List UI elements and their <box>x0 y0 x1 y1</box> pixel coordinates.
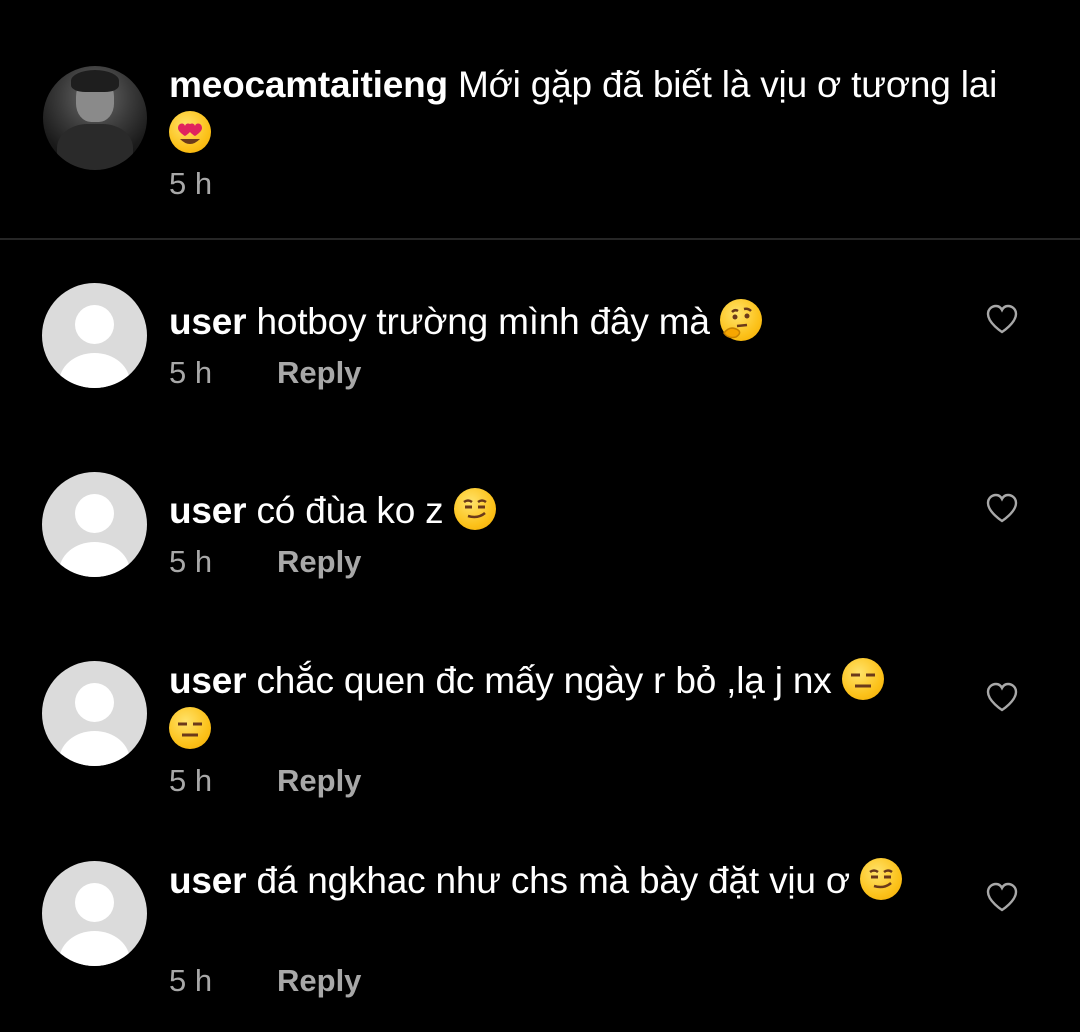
reply-button[interactable]: Reply <box>277 355 361 391</box>
comment-meta: 5 h Reply <box>169 763 361 799</box>
comment-meta: 5 h Reply <box>169 963 361 999</box>
expressionless-face-emoji <box>841 658 884 700</box>
reply-button[interactable]: Reply <box>277 763 361 799</box>
heart-eyes-emoji <box>169 111 211 153</box>
comment-timestamp: 5 h <box>169 544 213 579</box>
caption-text-block: meocamtaitieng Mới gặp đã biết là vịu ơ … <box>169 60 1049 158</box>
comment-username[interactable]: user <box>169 490 247 531</box>
comment-timestamp: 5 h <box>169 763 213 798</box>
divider <box>0 238 1080 240</box>
comment-text-block: user hotboy trường mình đây mà <box>169 297 929 346</box>
like-heart-icon[interactable] <box>985 492 1019 524</box>
comment-text: đá ngkhac như chs mà bày đặt vịu ơ <box>256 860 850 901</box>
comment-text: có đùa ko z <box>256 490 444 531</box>
caption-timestamp: 5 h <box>169 166 213 201</box>
like-heart-icon[interactable] <box>985 681 1019 713</box>
commenter-avatar[interactable] <box>42 661 147 766</box>
comment-timestamp: 5 h <box>169 355 213 390</box>
comment-text: chắc quen đc mấy ngày r bỏ ,lạ j nx <box>256 660 832 701</box>
like-heart-icon[interactable] <box>985 303 1019 335</box>
thinking-face-emoji <box>719 299 762 341</box>
comment-timestamp: 5 h <box>169 963 213 998</box>
comments-screen: meocamtaitieng Mới gặp đã biết là vịu ơ … <box>0 0 1080 1032</box>
comment-text-block: user có đùa ko z <box>169 486 929 535</box>
comment-text-block: user chắc quen đc mấy ngày r bỏ ,lạ j nx <box>169 656 929 754</box>
comment-username[interactable]: user <box>169 860 247 901</box>
comment-meta: 5 h Reply <box>169 544 361 580</box>
caption-username[interactable]: meocamtaitieng <box>169 64 448 105</box>
comment-username[interactable]: user <box>169 301 247 342</box>
expressionless-face-emoji <box>169 707 211 749</box>
comment-meta: 5 h Reply <box>169 355 361 391</box>
commenter-avatar[interactable] <box>42 861 147 966</box>
comment-text: hotboy trường mình đây mà <box>256 301 710 342</box>
smirking-face-emoji <box>453 488 496 530</box>
post-caption: meocamtaitieng Mới gặp đã biết là vịu ơ … <box>0 0 1080 238</box>
commenter-avatar[interactable] <box>42 472 147 577</box>
comment-text-block: user đá ngkhac như chs mà bày đặt vịu ơ <box>169 856 929 905</box>
like-heart-icon[interactable] <box>985 881 1019 913</box>
reply-button[interactable]: Reply <box>277 963 361 999</box>
commenter-avatar[interactable] <box>42 283 147 388</box>
author-avatar[interactable] <box>43 66 147 170</box>
caption-text: Mới gặp đã biết là vịu ơ tương lai <box>458 64 998 105</box>
comment-username[interactable]: user <box>169 660 247 701</box>
reply-button[interactable]: Reply <box>277 544 361 580</box>
smirking-face-emoji <box>860 858 903 900</box>
